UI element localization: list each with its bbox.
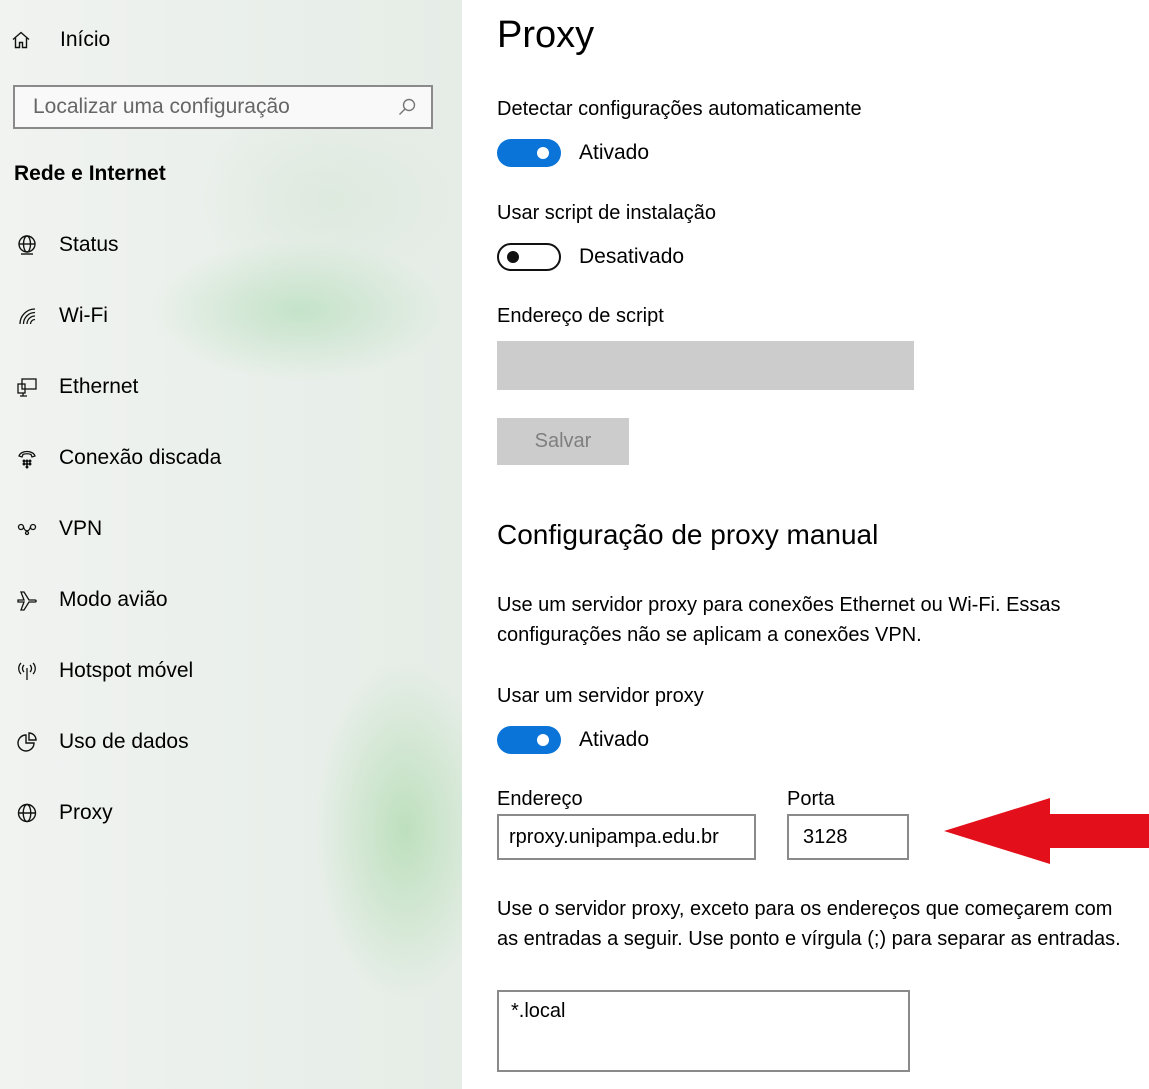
setup-script-toggle[interactable]: Desativado <box>497 243 684 271</box>
address-input[interactable] <box>497 814 756 860</box>
sidebar-item-label: Modo avião <box>59 587 168 611</box>
use-proxy-state: Ativado <box>579 728 650 751</box>
globe-status-icon <box>10 233 44 257</box>
search-icon[interactable] <box>397 97 417 117</box>
main-content: Proxy Detectar configurações automaticam… <box>497 0 1149 1089</box>
sidebar-item-dial-up[interactable]: Conexão discada <box>0 422 462 493</box>
sidebar-item-wifi[interactable]: Wi-Fi <box>0 280 462 351</box>
search-input[interactable] <box>31 94 397 120</box>
sidebar-item-label: Hotspot móvel <box>59 658 194 682</box>
home-link[interactable]: Início <box>10 22 110 58</box>
sidebar-item-proxy[interactable]: Proxy <box>0 777 462 848</box>
auto-detect-toggle[interactable]: Ativado <box>497 139 649 167</box>
toggle-switch-on[interactable] <box>497 726 561 754</box>
setup-script-label: Usar script de instalação <box>497 202 716 224</box>
sidebar-item-status[interactable]: Status <box>0 209 462 280</box>
sidebar-item-airplane-mode[interactable]: Modo avião <box>0 564 462 635</box>
sidebar-item-ethernet[interactable]: Ethernet <box>0 351 462 422</box>
search-box[interactable] <box>13 85 433 129</box>
vpn-icon <box>10 517 44 541</box>
sidebar-item-label: VPN <box>59 516 103 540</box>
use-proxy-toggle[interactable]: Ativado <box>497 726 649 754</box>
wifi-icon <box>10 304 44 328</box>
dial-up-icon <box>10 446 44 470</box>
sidebar-item-label: Ethernet <box>59 374 139 398</box>
sidebar-nav: Status Wi-Fi Ethernet Conexão discada VP… <box>0 209 462 848</box>
save-button[interactable]: Salvar <box>497 418 629 465</box>
use-proxy-label: Usar um servidor proxy <box>497 685 704 707</box>
sidebar-item-label: Wi-Fi <box>59 303 108 327</box>
page-title: Proxy <box>497 14 595 56</box>
toggle-switch-off[interactable] <box>497 243 561 271</box>
hotspot-icon <box>10 659 44 683</box>
globe-icon <box>10 801 44 825</box>
sidebar-item-data-usage[interactable]: Uso de dados <box>0 706 462 777</box>
port-input[interactable] <box>787 814 909 860</box>
ethernet-icon <box>10 375 44 399</box>
data-usage-icon <box>10 730 44 754</box>
sidebar-item-label: Status <box>59 232 119 256</box>
auto-detect-label: Detectar configurações automaticamente <box>497 98 862 120</box>
home-icon <box>10 29 32 51</box>
section-title: Rede e Internet <box>14 162 166 185</box>
sidebar-item-label: Conexão discada <box>59 445 222 469</box>
sidebar: Início Rede e Internet Status <box>0 0 462 1089</box>
script-address-label: Endereço de script <box>497 305 664 327</box>
port-label: Porta <box>787 788 835 810</box>
manual-proxy-description: Use um servidor proxy para conexões Ethe… <box>497 594 1061 646</box>
airplane-icon <box>10 588 44 612</box>
home-label: Início <box>60 28 111 51</box>
sidebar-item-vpn[interactable]: VPN <box>0 493 462 564</box>
sidebar-item-label: Uso de dados <box>59 729 189 753</box>
auto-detect-state: Ativado <box>579 141 650 164</box>
sidebar-item-mobile-hotspot[interactable]: Hotspot móvel <box>0 635 462 706</box>
toggle-switch-on[interactable] <box>497 139 561 167</box>
exceptions-textarea[interactable]: *.local <box>497 990 910 1072</box>
exceptions-description: Use o servidor proxy, exceto para os end… <box>497 898 1121 950</box>
sidebar-item-label: Proxy <box>59 800 113 824</box>
script-address-input[interactable] <box>497 341 914 390</box>
manual-proxy-title: Configuração de proxy manual <box>497 519 879 550</box>
red-arrow-annotation <box>944 798 1149 864</box>
setup-script-state: Desativado <box>579 245 685 268</box>
address-label: Endereço <box>497 788 583 810</box>
